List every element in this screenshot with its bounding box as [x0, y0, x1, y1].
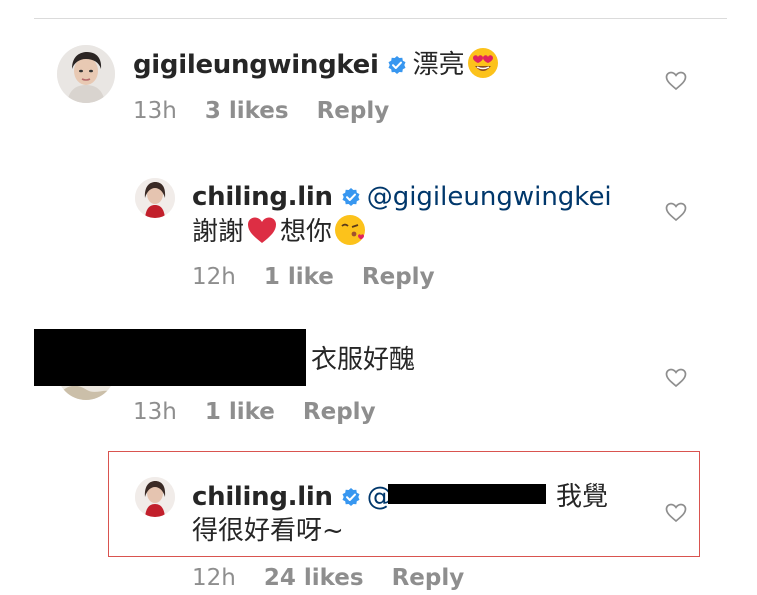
likes-count[interactable]: 24 likes: [264, 565, 364, 591]
comment-text: 漂亮: [412, 50, 465, 80]
comment-meta: 13h 3 likes Reply: [133, 96, 417, 126]
kissing-face-emoji-icon: [334, 214, 366, 246]
comment-text: 謝謝: [192, 217, 245, 247]
reply-button[interactable]: Reply: [303, 399, 376, 425]
likes-count[interactable]: 3 likes: [205, 98, 289, 124]
reply-line-2: 謝謝 想你: [192, 214, 366, 249]
heart-eyes-emoji-icon: [467, 47, 499, 79]
verified-badge-icon: [341, 487, 361, 507]
timestamp[interactable]: 12h: [192, 565, 236, 591]
likes-count[interactable]: 1 like: [205, 399, 275, 425]
likes-count[interactable]: 1 like: [264, 264, 334, 290]
avatar-chiling-lin[interactable]: [135, 178, 175, 218]
comment-text: 衣服好醜: [311, 345, 416, 375]
timestamp[interactable]: 13h: [133, 399, 177, 425]
redacted-mention: [388, 484, 546, 504]
reply-line-1: chiling.lin @gigileungwingkei: [192, 180, 612, 214]
like-heart-icon[interactable]: [665, 368, 687, 388]
comment-line: 衣服好醜: [311, 343, 415, 377]
reply-meta: 12h 24 likes Reply: [192, 563, 492, 593]
like-heart-icon[interactable]: [665, 71, 687, 91]
reply-button[interactable]: Reply: [392, 565, 465, 591]
comment-text: 我覺: [556, 482, 609, 512]
timestamp[interactable]: 12h: [192, 264, 236, 290]
reply-line-2: 得很好看呀~: [192, 514, 344, 548]
timestamp[interactable]: 13h: [133, 98, 177, 124]
comment-meta: 13h 1 like Reply: [133, 397, 404, 427]
mention-link[interactable]: @gigileungwingkei: [367, 182, 612, 212]
comment-text: 得很好看呀~: [192, 516, 344, 546]
username[interactable]: gigileungwingkei: [133, 50, 379, 80]
comment-line: gigileungwingkei 漂亮: [133, 47, 499, 82]
username[interactable]: chiling.lin: [192, 182, 333, 212]
verified-badge-icon: [387, 55, 407, 75]
avatar-chiling-lin[interactable]: [135, 477, 175, 517]
reply-line-1: chiling.lin @: [192, 480, 393, 514]
like-heart-icon[interactable]: [665, 202, 687, 222]
verified-badge-icon: [341, 187, 361, 207]
username[interactable]: chiling.lin: [192, 482, 333, 512]
avatar-gigileungwingkei[interactable]: [57, 45, 115, 103]
redaction-bar: [34, 329, 306, 386]
reply-line-1-text: 我覺: [556, 480, 608, 514]
red-heart-emoji-icon: [246, 214, 278, 246]
reply-button[interactable]: Reply: [317, 98, 390, 124]
reply-meta: 12h 1 like Reply: [192, 262, 463, 292]
like-heart-icon[interactable]: [665, 503, 687, 523]
top-divider: [34, 18, 727, 19]
comment-text: 想你: [280, 217, 333, 247]
reply-button[interactable]: Reply: [362, 264, 435, 290]
